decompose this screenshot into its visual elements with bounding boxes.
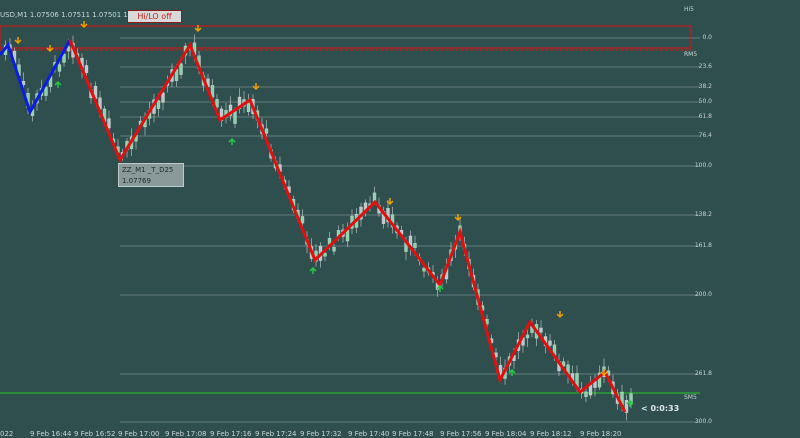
arrow-up-icon — [508, 368, 516, 376]
sm5-label: SM5 — [684, 394, 697, 401]
fib-level-label: 261.8 — [694, 370, 712, 377]
candle-body — [539, 327, 543, 333]
candle-body — [161, 92, 165, 103]
candle-body — [233, 110, 237, 124]
arrow-up-icon — [228, 137, 236, 145]
fib-level-label: 161.8 — [694, 242, 712, 249]
arrow-down-icon — [252, 83, 260, 91]
price-chart-canvas[interactable] — [0, 0, 800, 437]
arrow-up-icon — [54, 80, 62, 88]
rm5-label: RM5 — [684, 51, 698, 58]
candle-body — [525, 334, 530, 339]
zigzag-tooltip: ZZ_M1 _T_D25 1.07769 — [118, 163, 184, 187]
fib-level-label: 23.6 — [698, 63, 712, 70]
fib-level-label: 38.2 — [698, 83, 712, 90]
candle-body — [179, 63, 183, 75]
fib-level-label: 100.0 — [694, 162, 712, 169]
candle-body — [300, 216, 305, 224]
arrow-up-icon — [309, 266, 317, 274]
candle-body — [107, 118, 111, 129]
candle-body — [323, 252, 327, 257]
tooltip-name: ZZ_M1 _T_D25 — [122, 166, 174, 174]
fib-level-label: 50.0 — [698, 98, 712, 105]
candle-body — [156, 100, 161, 109]
hilo-toggle-button[interactable]: Hi/LO off — [127, 10, 182, 23]
candle-body — [264, 128, 269, 134]
symbol-info: USD,M1 1.07506 1.07511 1.07501 1.0 — [0, 11, 135, 19]
candle-body — [84, 65, 89, 73]
candle-body — [413, 243, 417, 248]
hi5-label: Hi5 — [684, 6, 694, 13]
candle-body — [332, 247, 336, 252]
arrow-down-icon — [556, 311, 564, 319]
fib-level-label: 0.0 — [702, 34, 712, 41]
chart-area[interactable]: USD,M1 1.07506 1.07511 1.07501 1.0 Hi/LO… — [0, 0, 800, 438]
tooltip-value: 1.07769 — [122, 177, 151, 185]
candle-body — [548, 340, 552, 346]
bar-countdown: < 0:0:33 — [641, 404, 680, 413]
arrow-down-icon — [14, 37, 22, 45]
candle-body — [57, 64, 62, 72]
candle-body — [422, 267, 426, 272]
fib-level-label: 138.2 — [694, 211, 712, 218]
candle-body — [44, 86, 48, 96]
fib-level-label: 300.0 — [694, 418, 712, 425]
fib-level-label: 200.0 — [694, 291, 712, 298]
hi-zone-box — [0, 25, 692, 49]
candle-body — [584, 391, 588, 397]
fib-level-label: 76.4 — [698, 132, 712, 139]
fib-level-label: 61.8 — [698, 113, 712, 120]
